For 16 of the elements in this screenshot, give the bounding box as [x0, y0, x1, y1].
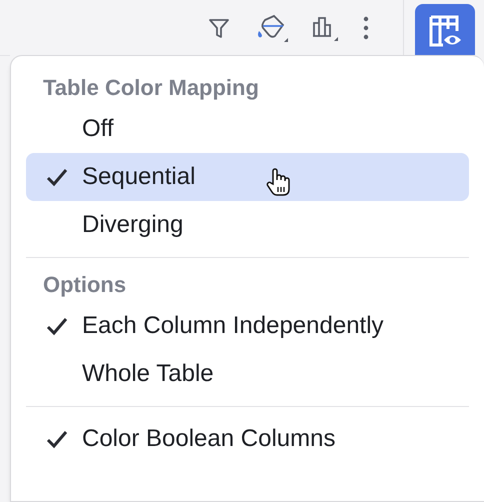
- checkmark-icon: [46, 316, 68, 336]
- menu-item[interactable]: Sequential: [26, 153, 469, 201]
- section-heading: Options: [42, 270, 128, 299]
- checkmark-icon: [46, 429, 68, 449]
- menu-item[interactable]: Each Column Independently: [26, 302, 469, 350]
- section-heading: Table Color Mapping: [42, 74, 260, 102]
- hand-cursor-icon: [266, 167, 292, 197]
- menu-item[interactable]: Whole Table: [26, 350, 469, 398]
- table-eye-icon: [427, 13, 463, 49]
- menu-item[interactable]: Color Boolean Columns: [26, 415, 469, 463]
- paint-bucket-icon[interactable]: [255, 14, 289, 42]
- more-options-icon[interactable]: [363, 16, 369, 40]
- menu-item[interactable]: Diverging: [26, 201, 469, 249]
- checkmark-icon: [46, 167, 68, 187]
- table-view-button[interactable]: [415, 4, 475, 55]
- menu-item[interactable]: Off: [26, 105, 469, 153]
